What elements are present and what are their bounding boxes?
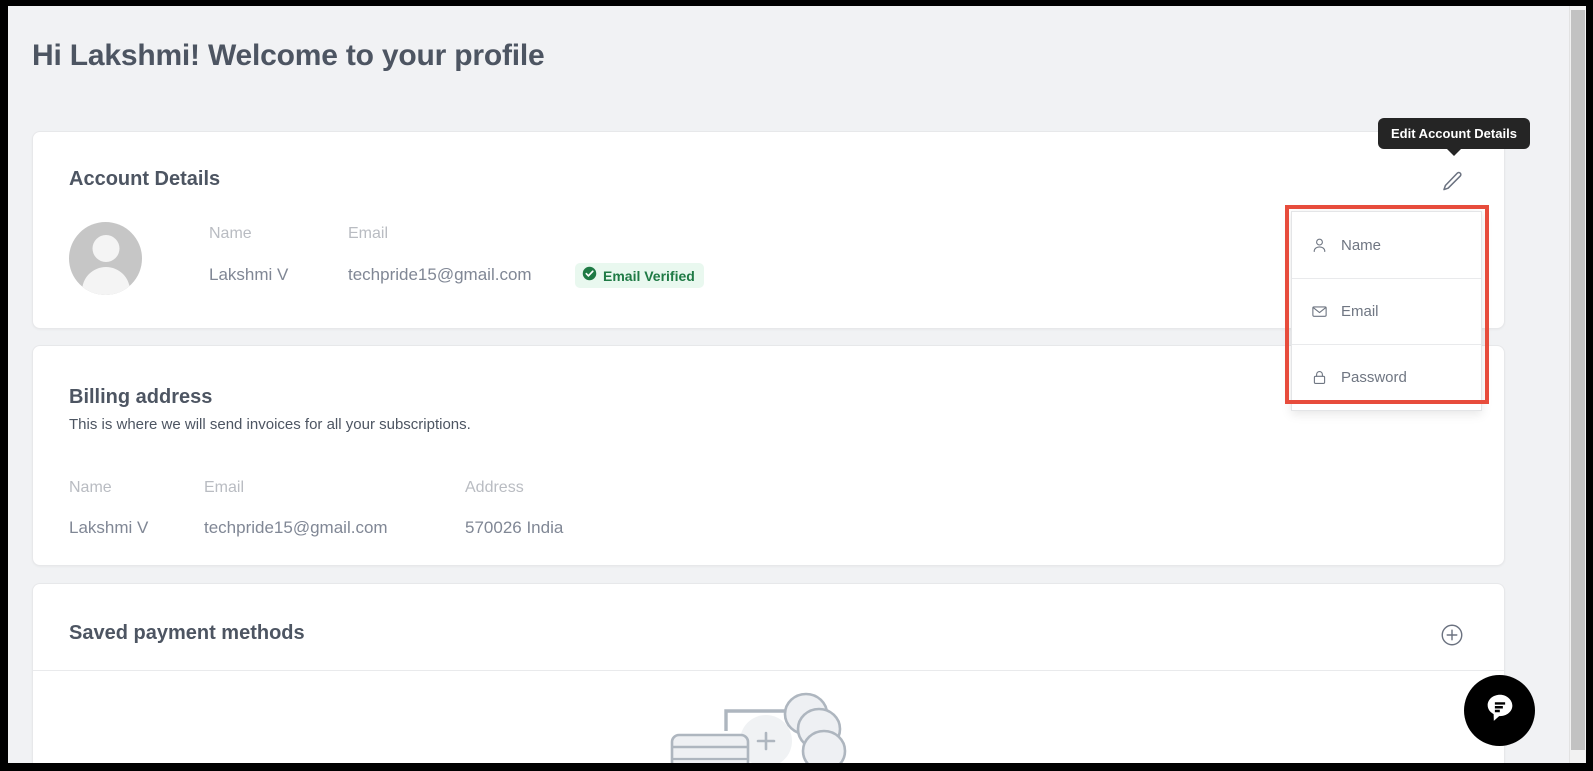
account-name-label: Name [209,225,252,243]
billing-address-value: 570026 India [465,518,563,538]
browser-viewport: Hi Lakshmi! Welcome to your profile Acco… [8,6,1586,763]
billing-name-label: Name [69,479,112,497]
status-badge-email-verified: Email Verified [575,263,704,288]
billing-address-title: Billing address [69,386,212,409]
menu-item-name[interactable]: Name [1292,212,1481,278]
vertical-scrollbar-thumb[interactable] [1571,10,1585,750]
edit-account-dropdown-menu[interactable]: Name Email Password [1291,211,1482,411]
avatar-head-shape [92,235,119,262]
account-edit-pencil-icon[interactable] [1439,169,1465,195]
avatar [69,222,142,295]
envelope-icon [1310,303,1328,321]
tooltip-edit-account-details: Edit Account Details [1378,118,1530,149]
tooltip-text: Edit Account Details [1391,126,1517,141]
profile-page: Hi Lakshmi! Welcome to your profile Acco… [8,6,1569,763]
plus-circle-icon[interactable] [1439,622,1465,648]
page-title: Hi Lakshmi! Welcome to your profile [32,39,545,73]
account-name-value: Lakshmi V [209,265,288,285]
billing-address-subtitle: This is where we will send invoices for … [69,416,471,433]
billing-email-value: techpride15@gmail.com [204,518,388,538]
status-badge-label: Email Verified [603,268,695,284]
menu-item-label: Name [1341,237,1381,254]
menu-item-password[interactable]: Password [1292,344,1481,410]
account-email-label: Email [348,225,388,243]
billing-address-label: Address [465,479,524,497]
menu-item-email[interactable]: Email [1292,278,1481,344]
menu-item-label: Email [1341,303,1379,320]
saved-payment-methods-title: Saved payment methods [69,622,305,645]
credit-card-coins-illustration [664,689,874,763]
account-details-card: Account Details Name Lakshmi V Email tec… [32,131,1505,329]
tooltip-arrow [1446,148,1462,156]
check-circle-icon [582,266,597,286]
menu-item-label: Password [1341,369,1407,386]
saved-payment-methods-card: Saved payment methods [32,583,1505,763]
billing-name-value: Lakshmi V [69,518,148,538]
avatar-body-shape [82,267,130,295]
account-details-title: Account Details [69,168,220,191]
billing-address-card: Billing address This is where we will se… [32,345,1505,566]
chat-support-button[interactable] [1464,675,1535,746]
chat-bubble-icon [1481,689,1519,732]
billing-email-label: Email [204,479,244,497]
card-divider [33,670,1504,671]
lock-icon [1310,369,1328,387]
vertical-scrollbar-track[interactable] [1569,6,1586,763]
person-icon [1310,236,1328,254]
account-email-value: techpride15@gmail.com [348,265,532,285]
